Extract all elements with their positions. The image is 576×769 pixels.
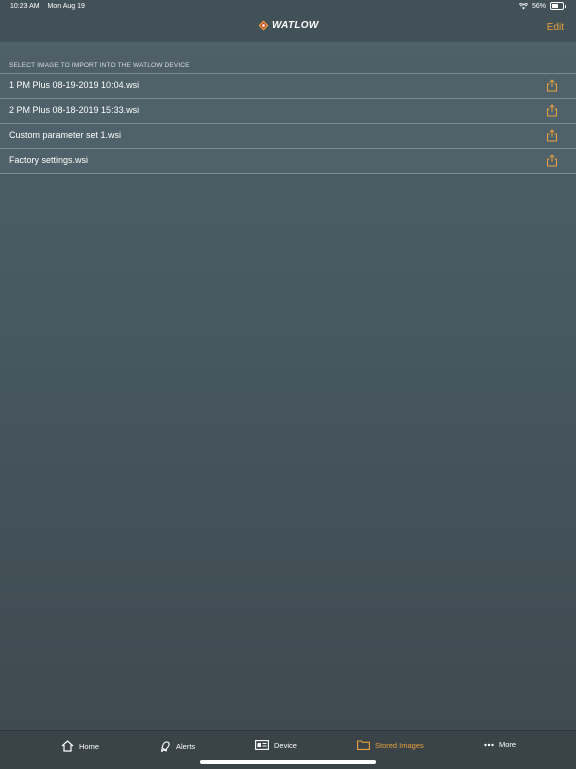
share-icon[interactable] bbox=[546, 154, 558, 167]
device-icon bbox=[255, 740, 269, 750]
list-item[interactable]: Factory settings.wsi bbox=[0, 148, 576, 174]
edit-button[interactable]: Edit bbox=[547, 22, 564, 33]
more-dots-icon bbox=[484, 743, 494, 746]
home-icon bbox=[61, 740, 74, 752]
tab-label: More bbox=[499, 740, 517, 749]
battery-icon bbox=[550, 2, 564, 10]
battery-fill bbox=[552, 4, 558, 8]
status-right: 56% bbox=[518, 2, 566, 10]
share-icon[interactable] bbox=[546, 104, 558, 117]
share-icon[interactable] bbox=[546, 129, 558, 142]
stored-images-list: 1 PM Plus 08-19-2019 10:04.wsi 2 PM Plus… bbox=[0, 73, 576, 174]
tab-label: Stored Images bbox=[375, 740, 424, 750]
wifi-icon bbox=[518, 2, 528, 9]
share-icon[interactable] bbox=[546, 79, 558, 92]
battery-cap bbox=[565, 4, 566, 8]
tab-device[interactable]: Device bbox=[255, 740, 297, 750]
home-indicator[interactable] bbox=[200, 760, 376, 764]
folder-icon bbox=[357, 740, 370, 750]
tab-home[interactable]: Home bbox=[61, 740, 99, 752]
bell-icon bbox=[160, 741, 170, 752]
tab-alerts[interactable]: Alerts bbox=[159, 740, 195, 752]
status-left: 10:23 AM Mon Aug 19 bbox=[10, 3, 91, 10]
status-time: 10:23 AM bbox=[10, 3, 40, 10]
watlow-logo: WATLOW bbox=[258, 20, 319, 31]
file-name: 1 PM Plus 08-19-2019 10:04.wsi bbox=[9, 80, 140, 90]
tab-label: Device bbox=[274, 740, 297, 750]
list-item[interactable]: 1 PM Plus 08-19-2019 10:04.wsi bbox=[0, 73, 576, 98]
file-name: Custom parameter set 1.wsi bbox=[9, 130, 122, 140]
battery-percent: 56% bbox=[531, 2, 546, 10]
logo-text: WATLOW bbox=[272, 20, 319, 31]
watlow-logo-icon bbox=[258, 20, 269, 31]
list-item[interactable]: Custom parameter set 1.wsi bbox=[0, 123, 576, 148]
file-name: Factory settings.wsi bbox=[9, 155, 89, 165]
status-bar: 10:23 AM Mon Aug 19 56% bbox=[0, 0, 576, 14]
tab-label: Home bbox=[79, 741, 100, 751]
nav-bar: WATLOW Edit bbox=[0, 14, 576, 42]
file-name: 2 PM Plus 08-18-2019 15:33.wsi bbox=[9, 105, 140, 115]
tab-more[interactable]: More bbox=[484, 740, 516, 749]
section-header: SELECT IMAGE TO IMPORT INTO THE WATLOW D… bbox=[9, 62, 190, 69]
list-item[interactable]: 2 PM Plus 08-18-2019 15:33.wsi bbox=[0, 98, 576, 123]
tab-label: Alerts bbox=[176, 741, 196, 751]
status-date: Mon Aug 19 bbox=[47, 3, 85, 10]
tab-stored-images[interactable]: Stored Images bbox=[357, 740, 424, 750]
